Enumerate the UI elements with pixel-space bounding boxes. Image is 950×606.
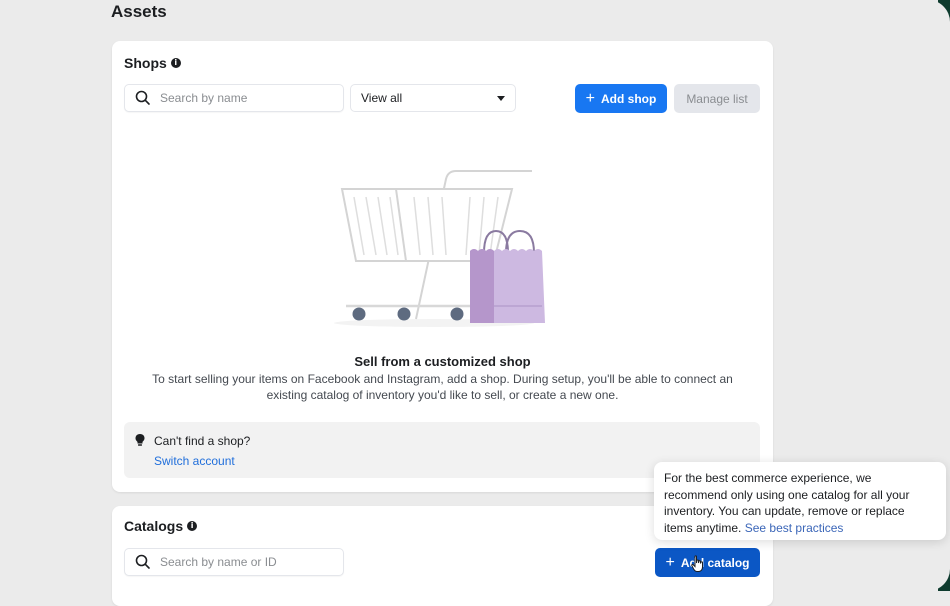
shops-search-input[interactable] [160,91,320,105]
see-best-practices-link[interactable]: See best practices [745,521,844,535]
add-shop-button[interactable]: + Add shop [575,84,667,113]
info-icon[interactable]: i [187,521,198,531]
info-icon[interactable]: i [170,58,181,68]
shops-search-field[interactable] [124,84,344,112]
tip-text: Can't find a shop? [154,434,251,448]
catalogs-search-input[interactable] [160,555,320,569]
page-title: Assets [111,2,167,21]
shops-title: Shops [124,55,167,71]
plus-icon: + [665,553,675,571]
catalogs-heading: Catalogs i [124,518,198,534]
empty-state-description: To start selling your items on Facebook … [152,372,733,402]
search-icon [135,554,150,569]
chevron-down-icon [497,95,505,101]
catalogs-title: Catalogs [124,518,184,534]
catalog-recommendation-tooltip: For the best commerce experience, we rec… [654,462,946,540]
shops-card: Shops i View all + Add shop Manage list [112,41,773,492]
shopping-cart-illustration [334,170,545,327]
search-icon [135,90,150,105]
shops-filter-value: View all [361,91,403,105]
plus-icon: + [585,89,595,107]
add-shop-label: Add shop [601,91,657,106]
manage-list-button[interactable]: Manage list [674,84,760,113]
manage-list-label: Manage list [686,91,748,106]
switch-account-link[interactable]: Switch account [154,454,235,468]
lightbulb-icon [135,434,145,446]
add-catalog-button[interactable]: + Add catalog [655,548,760,577]
catalogs-search-field[interactable] [124,548,344,576]
empty-state-title: Sell from a customized shop [354,354,531,369]
shops-filter-select[interactable]: View all [350,84,516,112]
hand-pointer-cursor-icon [691,555,703,572]
shops-heading: Shops i [124,55,181,71]
